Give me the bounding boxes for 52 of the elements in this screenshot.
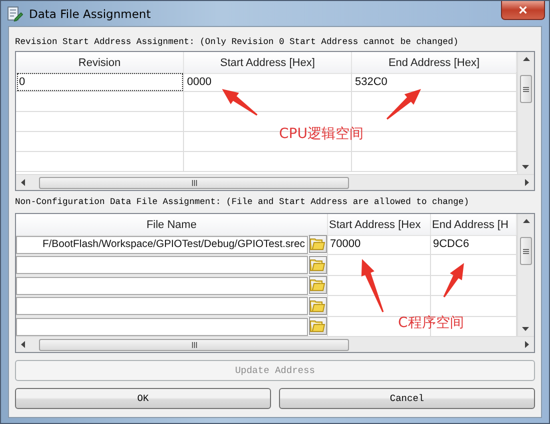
scroll-thumb[interactable] (39, 176, 349, 188)
scroll-left-icon[interactable] (21, 341, 25, 348)
scroll-left-icon[interactable] (21, 179, 25, 186)
file-path-field[interactable] (16, 276, 308, 295)
table-cell[interactable]: 0 (16, 72, 184, 92)
vertical-scrollbar[interactable] (517, 52, 534, 174)
browse-button[interactable] (308, 235, 326, 254)
column-header[interactable]: Revision (16, 52, 184, 74)
file-path-field[interactable]: F/BootFlash/Workspace/GPIOTest/Debug/GPIOTest.srec (16, 236, 308, 254)
app-icon (7, 6, 23, 22)
section-label: Non-Configuration Data File Assignment: (File and Start Address are allowed to change) (15, 196, 470, 209)
window-title: Data File Assignment (29, 6, 151, 20)
arrow (443, 263, 464, 298)
ok-button[interactable]: OK (15, 388, 271, 409)
file-path-field[interactable] (16, 297, 308, 316)
column-header[interactable]: Start Address [Hex (328, 214, 431, 236)
scroll-up-icon[interactable] (522, 57, 530, 61)
scroll-thumb[interactable] (39, 338, 349, 350)
annotation-text: CPU逻辑空间 (279, 125, 364, 143)
browse-button[interactable] (308, 317, 326, 336)
scroll-down-icon[interactable] (522, 327, 529, 331)
close-button[interactable]: × (501, 1, 545, 20)
section-label: Revision Start Address Assignment: (Only Revision 0 Start Address cannot be changed) (15, 36, 460, 49)
horizontal-scrollbar[interactable] (16, 336, 534, 352)
folder-icon (310, 238, 325, 250)
scroll-right-icon[interactable] (525, 179, 529, 186)
scroll-right-icon[interactable] (525, 341, 529, 348)
vertical-scrollbar[interactable] (517, 214, 534, 336)
browse-button[interactable] (308, 276, 326, 294)
file-path-field[interactable] (16, 318, 308, 336)
cancel-button[interactable]: Cancel (279, 388, 535, 409)
arrow (361, 259, 384, 312)
scroll-up-icon[interactable] (522, 219, 530, 223)
annotation-text: C程序空间 (398, 314, 464, 332)
table-cell[interactable]: 70000 (328, 234, 431, 255)
scroll-thumb[interactable] (520, 237, 532, 265)
folder-icon (310, 320, 325, 332)
scroll-down-icon[interactable] (522, 165, 529, 169)
arrow (222, 89, 258, 116)
folder-icon (310, 279, 325, 292)
scroll-thumb[interactable] (520, 75, 532, 103)
horizontal-scrollbar[interactable] (16, 174, 534, 190)
column-header[interactable]: End Address [H (431, 214, 517, 236)
browse-button[interactable] (308, 296, 326, 315)
arrow (386, 89, 421, 120)
column-header[interactable]: End Address [Hex] (352, 52, 517, 74)
browse-button[interactable] (308, 256, 326, 274)
folder-icon (310, 258, 325, 271)
file-path-field[interactable] (16, 256, 308, 274)
column-header[interactable]: File Name (16, 214, 328, 236)
column-header[interactable]: Start Address [Hex] (184, 52, 352, 74)
folder-icon (310, 300, 325, 312)
